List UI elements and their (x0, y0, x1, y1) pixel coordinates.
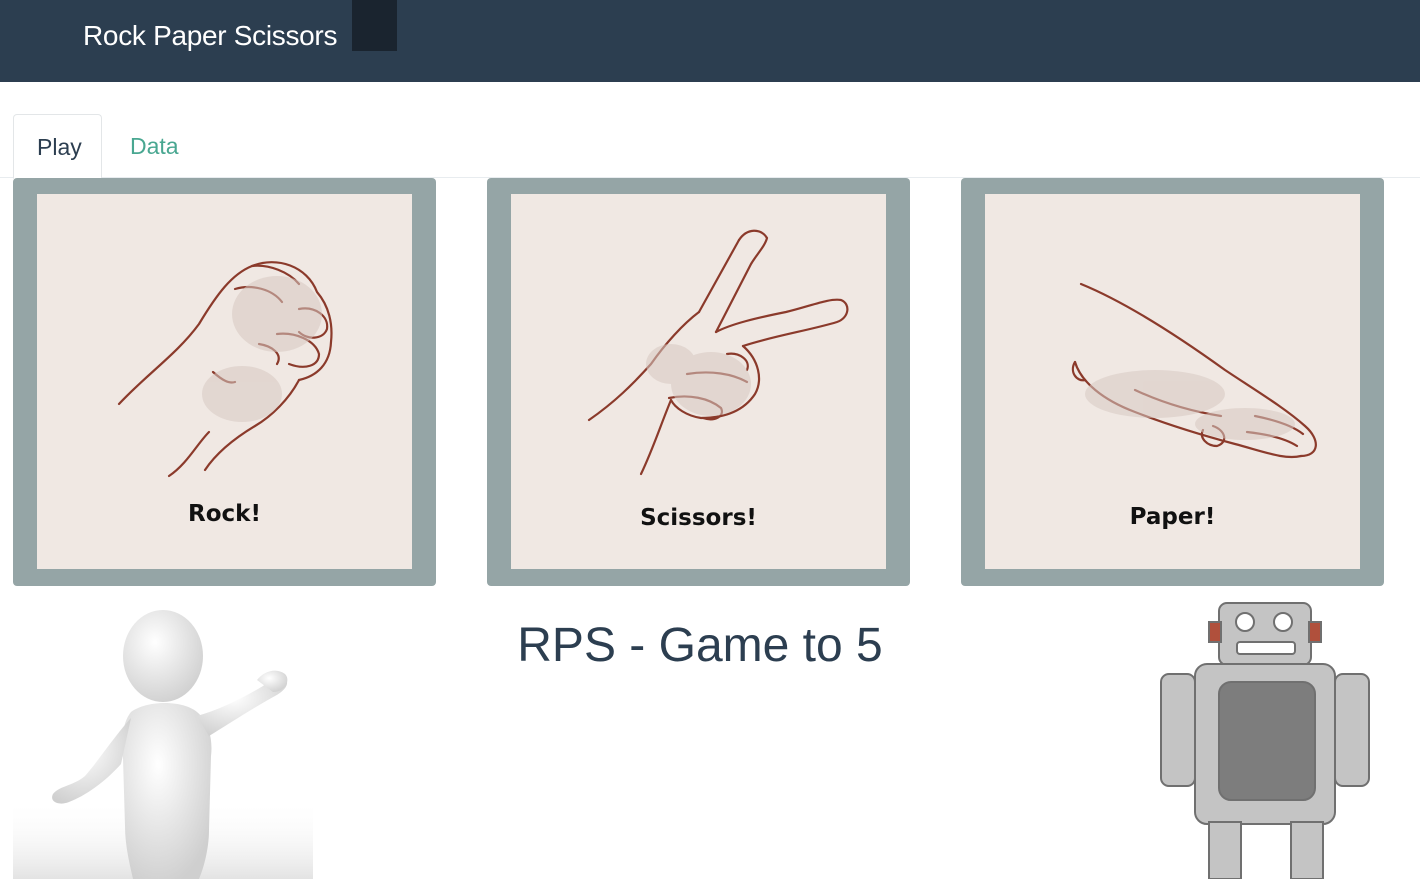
tab-bar: Play Data (0, 114, 1420, 179)
nav-toggle-button[interactable] (352, 0, 397, 51)
human-figure-icon (13, 610, 313, 879)
scissors-caption: Scissors! (640, 505, 757, 531)
rock-choice-button[interactable]: Rock! (13, 178, 436, 586)
game-title: RPS - Game to 5 (517, 619, 883, 672)
paper-caption: Paper! (1129, 504, 1216, 530)
tab-data[interactable]: Data (107, 114, 202, 178)
brand-title[interactable]: Rock Paper Scissors (83, 20, 337, 52)
rock-card-inner: Rock! (37, 194, 412, 569)
scissors-choice-button[interactable]: Scissors! (487, 178, 910, 586)
robot-icon (1160, 602, 1370, 879)
tab-play[interactable]: Play (13, 114, 102, 179)
paper-choice-button[interactable]: Paper! (961, 178, 1384, 586)
navbar: Rock Paper Scissors (0, 0, 1420, 82)
scissors-card-inner: Scissors! (511, 194, 886, 569)
paper-card-inner: Paper! (985, 194, 1360, 569)
rock-caption: Rock! (188, 501, 261, 527)
